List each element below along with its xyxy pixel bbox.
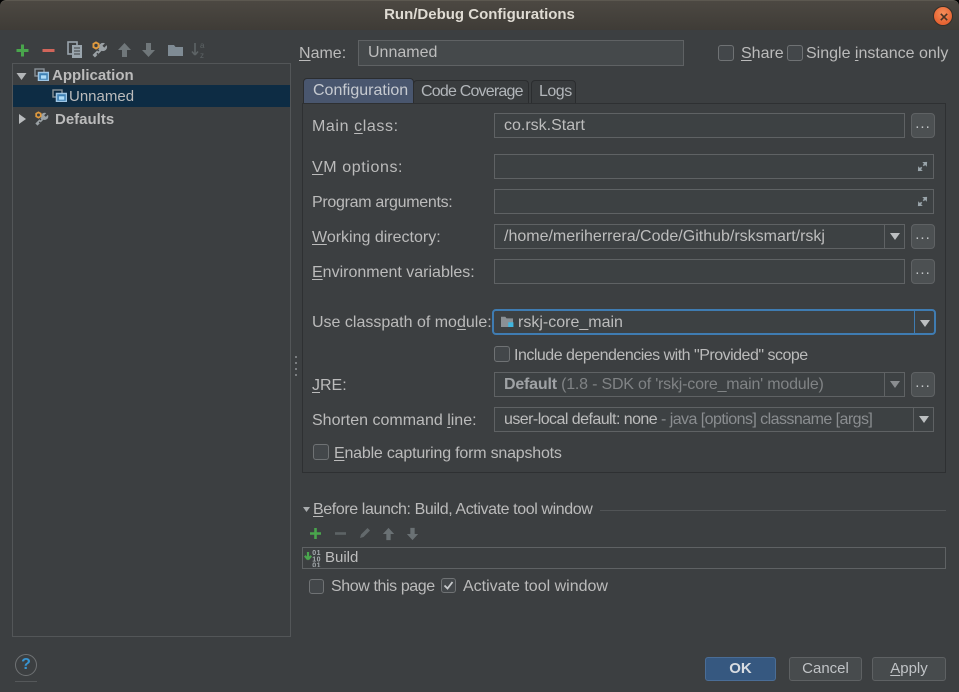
svg-text:a: a [200, 41, 205, 50]
svg-text:01: 01 [312, 563, 321, 567]
svg-text:z: z [200, 51, 204, 59]
